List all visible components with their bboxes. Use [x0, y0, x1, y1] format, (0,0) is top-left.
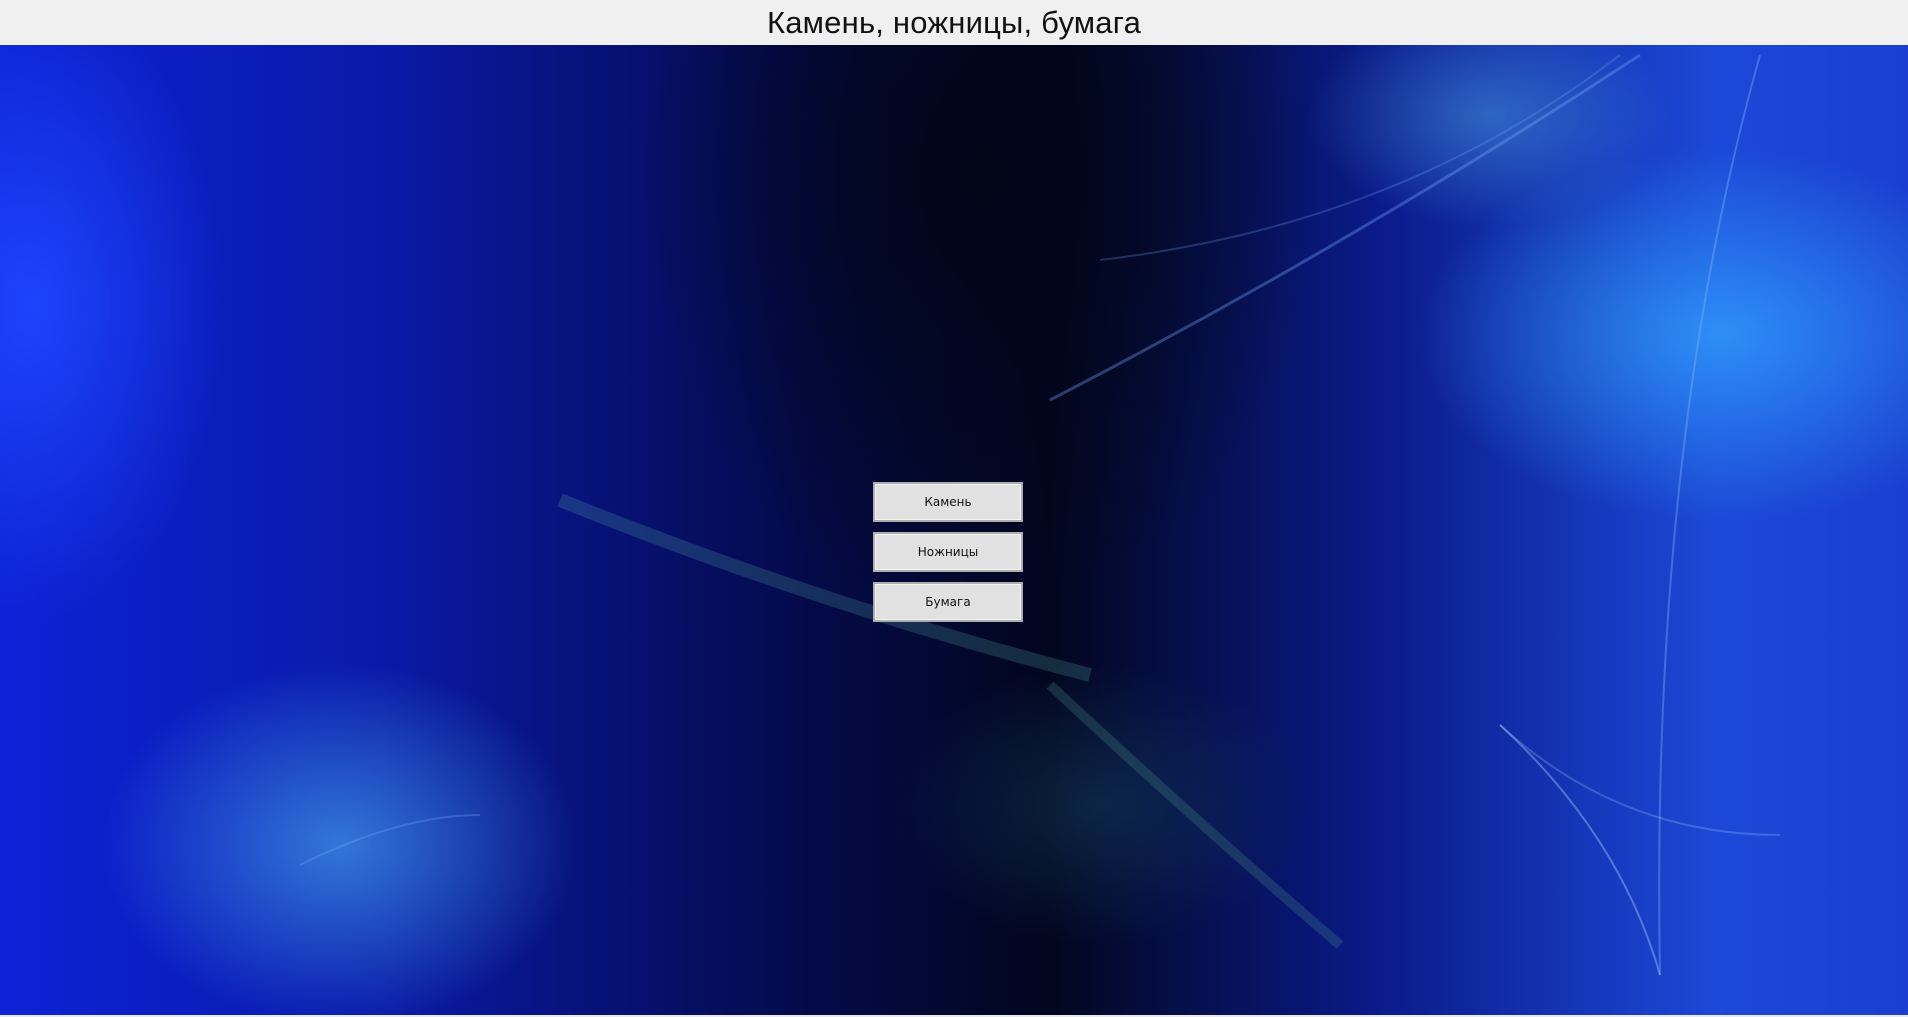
- title-bar: Камень, ножницы, бумага: [0, 0, 1908, 46]
- scissors-button[interactable]: Ножницы: [873, 532, 1023, 572]
- rock-button[interactable]: Камень: [873, 482, 1023, 522]
- choice-button-group: Камень Ножницы Бумага: [873, 482, 1023, 622]
- window-title: Камень, ножницы, бумага: [766, 5, 1142, 40]
- game-window: Камень, ножницы, бумага Камень Ножницы Б…: [0, 0, 1908, 1017]
- paper-button[interactable]: Бумага: [873, 582, 1023, 622]
